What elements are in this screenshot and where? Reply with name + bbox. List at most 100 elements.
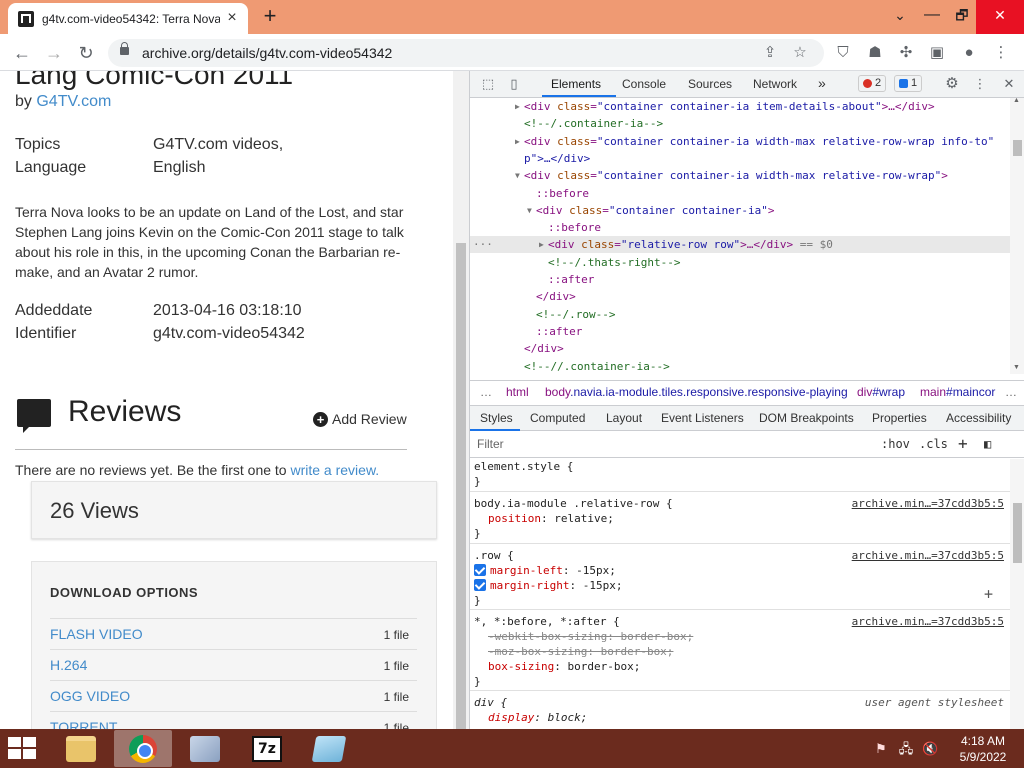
dom-node[interactable]: </div> (470, 340, 1010, 357)
css-source-link[interactable]: archive.min…=37cdd3b5:5 (852, 614, 1004, 629)
cls-toggle[interactable]: .cls (919, 437, 948, 451)
author-link[interactable]: G4TV.com (36, 93, 111, 110)
download-format-link[interactable]: H.264 (50, 657, 87, 673)
css-selector[interactable]: element.style { (474, 459, 573, 474)
download-row[interactable]: TORRENT 1 file (50, 711, 417, 729)
minimize-button[interactable]: — (916, 0, 948, 34)
css-source-link[interactable]: archive.min…=37cdd3b5:5 (852, 548, 1004, 563)
dom-node[interactable]: <!--/.container-ia--> (470, 115, 1010, 132)
breadcrumb-ellipsis[interactable]: … (1005, 385, 1017, 399)
forward-button[interactable]: → (42, 41, 66, 65)
breadcrumb-item[interactable]: body.navia.ia-module.tiles.responsive.re… (545, 385, 848, 399)
tab-accessibility[interactable]: Accessibility (946, 411, 1011, 425)
dom-node[interactable]: ▼ <div class="container container-ia"> (470, 202, 1010, 219)
computed-sidebar-toggle-icon[interactable]: ◧ (984, 437, 991, 451)
add-property-icon[interactable]: + (984, 587, 993, 602)
tab-close-icon[interactable]: × (224, 10, 240, 26)
dom-node[interactable]: ::before (470, 185, 1010, 202)
profile-avatar-icon[interactable]: ● (958, 42, 980, 64)
close-devtools-icon[interactable]: ✕ (1001, 76, 1017, 92)
tab-styles[interactable]: Styles (480, 411, 513, 425)
css-declaration[interactable]: display: block; (488, 710, 587, 725)
dom-node[interactable]: ::after (470, 323, 1010, 340)
back-button[interactable]: ← (10, 41, 34, 65)
restore-button[interactable]: 🗗 (946, 0, 978, 34)
inspect-element-icon[interactable]: ⬚ (480, 76, 496, 92)
styles-filter-input[interactable]: Filter (477, 437, 504, 451)
address-bar[interactable]: archive.org/details/g4tv.com-video54342 … (108, 39, 824, 67)
more-tabs-button[interactable]: » (818, 75, 826, 91)
property-checkbox[interactable] (474, 564, 486, 576)
dom-tree-scrollbar[interactable]: ▲ ▼ (1010, 97, 1024, 374)
close-window-button[interactable]: ✕ (976, 0, 1024, 34)
dom-node-selected[interactable]: ··· ▶ <div class="relative-row row">…</div… (470, 236, 1010, 254)
page-scrollbar-thumb[interactable] (456, 243, 466, 731)
tab-event-listeners[interactable]: Event Listeners (661, 411, 744, 425)
devtools-menu-icon[interactable]: ⋮ (972, 76, 988, 92)
download-row[interactable]: OGG VIDEO 1 file (50, 680, 417, 711)
breadcrumb-item[interactable]: html (506, 385, 529, 399)
css-declaration[interactable]: margin-right: -15px; (474, 578, 622, 593)
dom-node[interactable]: ::before (470, 219, 1010, 236)
styles-scrollbar-thumb[interactable] (1013, 503, 1022, 563)
volume-muted-icon[interactable]: 🔇 (922, 741, 938, 757)
errors-badge[interactable]: 2 (858, 75, 887, 92)
new-style-rule-icon[interactable]: + (958, 434, 968, 453)
hov-toggle[interactable]: :hov (881, 437, 910, 451)
tab-layout[interactable]: Layout (606, 411, 642, 425)
page-scrollbar[interactable] (453, 71, 469, 731)
windows-start-icon[interactable] (8, 737, 38, 761)
tab-dom-breakpoints[interactable]: DOM Breakpoints (759, 411, 854, 425)
breadcrumb-item[interactable]: main#maincor (920, 385, 995, 399)
dom-node[interactable]: ▼ <div class="container container-ia widt… (470, 167, 1010, 184)
tab-computed[interactable]: Computed (530, 411, 585, 425)
browser-menu-icon[interactable]: ⋮ (990, 42, 1012, 64)
dom-node[interactable]: ::after (470, 271, 1010, 288)
device-toolbar-icon[interactable]: ▯ (506, 76, 522, 92)
chrome-taskbar-button[interactable] (114, 730, 172, 767)
robot-extension-icon[interactable]: ☗ (864, 42, 886, 64)
download-format-link[interactable]: FLASH VIDEO (50, 626, 143, 642)
dom-tree[interactable]: ▶ <div class="container container-ia item… (470, 98, 1010, 374)
action-center-flag-icon[interactable]: ⚑ (873, 741, 889, 757)
topics-link[interactable]: G4TV.com videos, (153, 136, 283, 154)
css-selector[interactable]: *, *:before, *:after { (474, 614, 620, 629)
css-declaration-overridden[interactable]: -webkit-box-sizing: border-box; (488, 629, 693, 644)
download-row[interactable]: H.264 1 file (50, 649, 417, 680)
tab-properties[interactable]: Properties (872, 411, 927, 425)
css-source-link[interactable]: archive.min…=37cdd3b5:5 (852, 496, 1004, 511)
download-format-link[interactable]: OGG VIDEO (50, 688, 130, 704)
dom-node[interactable]: </div> (470, 288, 1010, 305)
css-selector[interactable]: .row { (474, 548, 514, 563)
add-review-button[interactable]: + Add Review (313, 411, 407, 427)
css-declaration-overridden[interactable]: -moz-box-sizing: border-box; (488, 644, 673, 659)
network-icon[interactable]: 🖧 (898, 741, 914, 757)
share-icon[interactable]: ⇪ (760, 43, 780, 63)
download-row[interactable]: FLASH VIDEO 1 file (50, 618, 417, 649)
scroll-down-arrow-icon[interactable]: ▼ (1013, 364, 1020, 371)
download-format-link[interactable]: TORRENT (50, 719, 117, 729)
css-declaration[interactable]: margin-left: -15px; (474, 563, 616, 578)
tab-elements[interactable]: Elements (551, 77, 601, 91)
dom-tree-scrollbar-thumb[interactable] (1013, 140, 1022, 156)
write-review-link[interactable]: write a review. (290, 462, 379, 478)
scroll-up-arrow-icon[interactable]: ▲ (1013, 97, 1020, 104)
shield-extension-icon[interactable]: ⛉ (832, 42, 854, 64)
archive-app-taskbar-button[interactable] (176, 730, 234, 767)
dom-node[interactable]: ▶ <div class="container container-ia widt… (470, 133, 1010, 150)
language-link[interactable]: English (153, 159, 205, 177)
css-selector[interactable]: body.ia-module .relative-row { (474, 496, 673, 511)
styles-scrollbar[interactable] (1010, 459, 1024, 729)
notepad-taskbar-button[interactable] (300, 730, 358, 767)
extensions-puzzle-icon[interactable]: ✣ (895, 42, 917, 64)
dom-node[interactable]: ▶ <div class="container container-ia item… (470, 98, 1010, 115)
css-declaration[interactable]: box-sizing: border-box; (488, 659, 640, 674)
settings-gear-icon[interactable]: ⚙ (944, 76, 960, 92)
dom-node[interactable]: p">…</div> (470, 150, 1010, 167)
messages-badge[interactable]: 1 (894, 75, 923, 92)
tab-network[interactable]: Network (753, 77, 797, 91)
dom-node[interactable]: <!--/.thats-right--> (470, 254, 1010, 271)
dom-node[interactable]: <!--/.row--> (470, 306, 1010, 323)
system-clock[interactable]: 4:18 AM 5/9/2022 (952, 733, 1014, 765)
file-explorer-taskbar-button[interactable] (52, 730, 110, 767)
